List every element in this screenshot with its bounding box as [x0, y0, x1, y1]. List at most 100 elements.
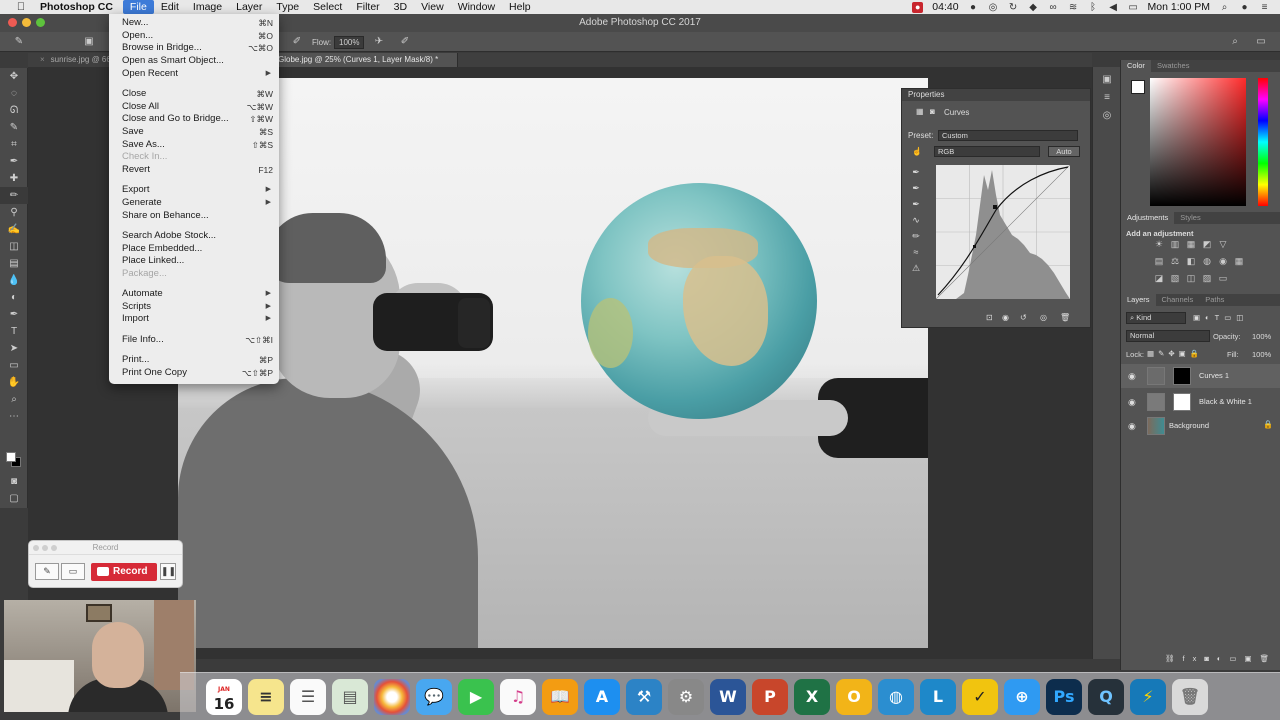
preset-select[interactable]: Custom — [938, 130, 1078, 141]
pause-icon[interactable]: ❚❚ — [160, 563, 176, 580]
marquee-tool-icon[interactable]: ◌ — [0, 85, 28, 102]
word-icon[interactable]: W — [710, 678, 746, 715]
brush-tool-icon[interactable]: ✏ — [0, 187, 28, 204]
notification-center-icon[interactable]: ≡ — [1259, 2, 1270, 13]
sync-status-icon[interactable]: ↻ — [1008, 2, 1019, 13]
menu-item-print-one-copy[interactable]: Print One Copy ⌥⇧⌘P — [109, 367, 279, 380]
lasso-tool-icon[interactable]: ᘏ — [0, 102, 28, 119]
powerpoint-icon[interactable]: P — [752, 678, 788, 715]
eyedropper-tool-icon[interactable]: ✒ — [0, 153, 28, 170]
exposure-icon[interactable]: ◩ — [1199, 239, 1215, 256]
bluetooth-icon[interactable]: ᛒ — [1088, 2, 1099, 13]
quick-select-tool-icon[interactable]: ✎ — [0, 119, 28, 136]
hue-saturation-icon[interactable]: ▤ — [1151, 256, 1167, 273]
screen-mode-icon[interactable]: ▢ — [0, 490, 28, 507]
vpn-status-icon[interactable]: ◎ — [988, 2, 999, 13]
delete-adjust-icon[interactable]: 🗑 — [1060, 313, 1070, 322]
fill-input[interactable]: 100% — [1252, 350, 1271, 359]
dropbox-status-icon[interactable]: ◆ — [1028, 2, 1039, 13]
menu-filter[interactable]: Filter — [349, 0, 386, 14]
gradient-map-icon[interactable]: ▭ — [1215, 273, 1231, 290]
eye-icon[interactable]: ◉ — [1128, 397, 1136, 408]
menu-file[interactable]: File — [122, 0, 154, 14]
document-canvas[interactable] — [178, 78, 928, 648]
gear-status-icon[interactable]: ● — [968, 2, 979, 13]
volume-icon[interactable]: ◀ — [1108, 2, 1119, 13]
menu-edit[interactable]: Edit — [154, 0, 186, 14]
path-select-tool-icon[interactable]: ➤ — [0, 340, 28, 357]
threshold-icon[interactable]: ◫ — [1183, 273, 1199, 290]
tab-paths[interactable]: Paths — [1199, 294, 1230, 306]
battery-icon[interactable]: ▭ — [1128, 2, 1139, 13]
tab-layers[interactable]: Layers — [1121, 294, 1156, 306]
channel-select[interactable]: RGB — [934, 146, 1040, 157]
menu-3d[interactable]: 3D — [387, 0, 414, 14]
layer-name[interactable]: Curves 1 — [1199, 364, 1229, 388]
dodge-tool-icon[interactable]: ◐ — [0, 289, 28, 306]
history-brush-tool-icon[interactable]: ✍ — [0, 221, 28, 238]
foreground-color-swatch[interactable] — [6, 452, 16, 462]
annotate-pen-icon[interactable]: ✎ — [35, 563, 59, 580]
view-previous-icon[interactable]: ◉ — [1002, 313, 1009, 322]
curve-point[interactable] — [993, 205, 997, 209]
menu-image[interactable]: Image — [186, 0, 229, 14]
layer-row-black-white[interactable]: ◉ Black & White 1 — [1121, 390, 1280, 414]
smooth-icon[interactable]: ≈ — [910, 247, 922, 259]
menu-item-search-adobe-stock[interactable]: Search Adobe Stock... — [109, 230, 279, 243]
hue-slider[interactable] — [1258, 78, 1268, 206]
menu-item-place-embedded[interactable]: Place Embedded... — [109, 243, 279, 256]
type-tool-icon[interactable]: T — [0, 323, 28, 340]
app-menu[interactable]: Photoshop CC — [40, 1, 113, 13]
tab-channels[interactable]: Channels — [1156, 294, 1200, 306]
excel-icon[interactable]: X — [794, 678, 830, 715]
layer-row-curves[interactable]: ◉ Curves 1 — [1121, 364, 1280, 388]
eraser-tool-icon[interactable]: ◫ — [0, 238, 28, 255]
channel-mixer-icon[interactable]: ◉ — [1215, 256, 1231, 273]
vibrance-icon[interactable]: ▽ — [1215, 239, 1231, 256]
reset-icon[interactable]: ↺ — [1020, 313, 1027, 322]
facetime-icon[interactable]: ▶ — [458, 678, 494, 715]
cc-status-icon[interactable]: ∞ — [1048, 2, 1059, 13]
menu-item-open[interactable]: Open... ⌘O — [109, 30, 279, 43]
calendar-icon[interactable]: JAN 16 — [206, 678, 242, 715]
menu-item-share-on-behance[interactable]: Share on Behance... — [109, 210, 279, 223]
eye-icon[interactable]: ◉ — [1128, 371, 1136, 382]
menu-item-generate[interactable]: Generate ▶ — [109, 197, 279, 210]
healing-brush-tool-icon[interactable]: ✚ — [0, 170, 28, 187]
photo-filter-icon[interactable]: ◍ — [1199, 256, 1215, 273]
pencil-draw-icon[interactable]: ✏ — [910, 231, 922, 243]
visibility-icon[interactable]: ◎ — [1040, 313, 1047, 322]
brush-tool-preset-icon[interactable]: ✎ — [12, 35, 26, 49]
pen-tool-icon[interactable]: ✒ — [0, 306, 28, 323]
tab-swatches[interactable]: Swatches — [1151, 60, 1196, 72]
menu-item-export[interactable]: Export ▶ — [109, 184, 279, 197]
crop-tool-icon[interactable]: ⌗ — [0, 136, 28, 153]
menu-type[interactable]: Type — [269, 0, 306, 14]
vpn-icon[interactable]: ◍ — [878, 678, 914, 715]
shape-tool-icon[interactable]: ▭ — [0, 357, 28, 374]
menu-item-browse-in-bridge[interactable]: Browse in Bridge... ⌥⌘O — [109, 42, 279, 55]
spotlight-search-icon[interactable]: ⌕ — [1219, 2, 1230, 13]
messages-icon[interactable]: 💬 — [416, 678, 452, 715]
menu-item-close-and-go-to-bridge[interactable]: Close and Go to Bridge... ⇧⌘W — [109, 113, 279, 126]
posterize-icon[interactable]: ▧ — [1167, 273, 1183, 290]
tab-styles[interactable]: Styles — [1174, 212, 1206, 224]
tab-color[interactable]: Color — [1121, 60, 1151, 72]
curves-graph[interactable] — [936, 165, 1070, 299]
color-fg-swatch[interactable] — [1131, 80, 1145, 94]
safari-icon[interactable]: ⊕ — [1004, 678, 1040, 715]
record-button[interactable]: Record — [91, 563, 157, 581]
gray-point-eyedropper-icon[interactable]: ✒ — [910, 183, 922, 195]
menu-item-close-all[interactable]: Close All ⌥⌘W — [109, 101, 279, 114]
close-tab-icon[interactable]: × — [40, 55, 45, 64]
zoom-window-icon[interactable] — [36, 18, 45, 27]
tab-adjustments[interactable]: Adjustments — [1121, 212, 1175, 224]
clone-stamp-tool-icon[interactable]: ⚲ — [0, 204, 28, 221]
hand-tool-icon[interactable]: ✋ — [0, 374, 28, 391]
xcode-icon[interactable]: ⚒ — [626, 678, 662, 715]
menu-select[interactable]: Select — [306, 0, 349, 14]
quick-mask-icon[interactable]: ◙ — [0, 473, 28, 490]
wifi-icon[interactable]: ≋ — [1068, 2, 1079, 13]
close-window-icon[interactable] — [8, 18, 17, 27]
color-balance-icon[interactable]: ⚖ — [1167, 256, 1183, 273]
